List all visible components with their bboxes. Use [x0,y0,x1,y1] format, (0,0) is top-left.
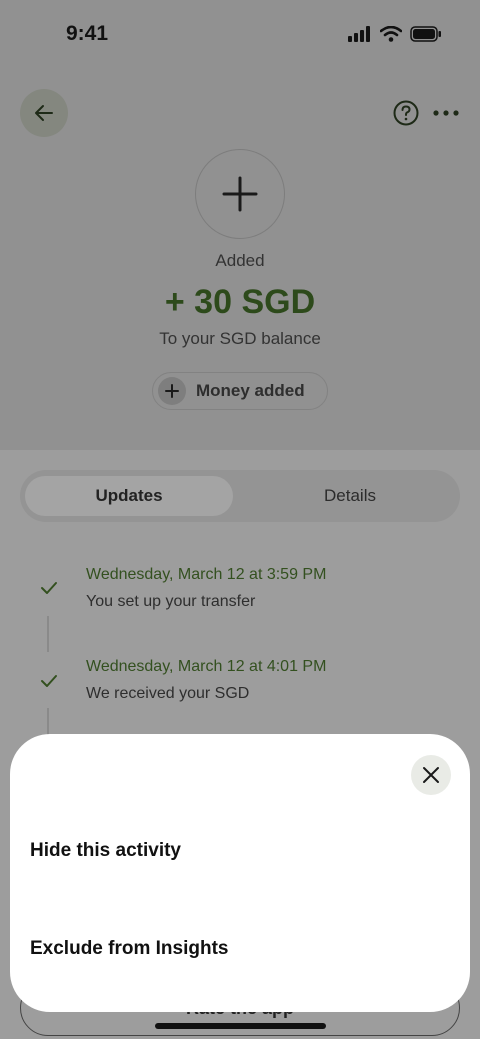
transaction-amount: + 30 SGD [164,283,316,321]
timeline-description: We received your SGD [86,685,250,702]
signal-icon [348,26,370,42]
check-icon [41,582,57,594]
transaction-icon-circle [195,149,285,239]
chip-label: Money added [196,381,305,400]
timeline-description: You set up your transfer [86,593,256,610]
close-icon [423,767,439,783]
check-icon [41,675,57,687]
chip-plus-icon [158,377,186,405]
timeline-date: Wednesday, March 12 at 3:59 PM [86,566,327,583]
question-circle-icon [393,100,419,126]
hide-activity-option[interactable]: Hide this activity [30,840,181,862]
exclude-insights-option[interactable]: Exclude from Insights [30,938,228,960]
arrow-left-icon [35,105,53,121]
plus-icon [222,176,258,212]
timeline-date: Wednesday, March 12 at 4:01 PM [86,658,327,675]
more-options-button[interactable] [431,104,461,122]
transaction-subtitle: To your SGD balance [159,329,321,348]
status-time: 9:41 [66,22,109,45]
close-button[interactable] [411,755,451,795]
battery-icon [410,26,441,42]
home-indicator [155,1023,326,1029]
tab-details[interactable]: Details [240,476,460,516]
money-added-chip[interactable]: Money added [152,372,328,410]
timeline-connector [47,616,49,652]
help-button[interactable] [393,100,419,126]
wifi-icon [380,26,402,42]
status-bar: 9:41 [0,0,480,70]
back-button[interactable] [20,89,68,137]
status-icons [348,26,442,42]
action-sheet: Hide this activity Exclude from Insights [10,734,470,1012]
transaction-type-label: Added [215,251,265,270]
more-horizontal-icon [433,110,459,116]
tab-updates[interactable]: Updates [25,476,233,516]
